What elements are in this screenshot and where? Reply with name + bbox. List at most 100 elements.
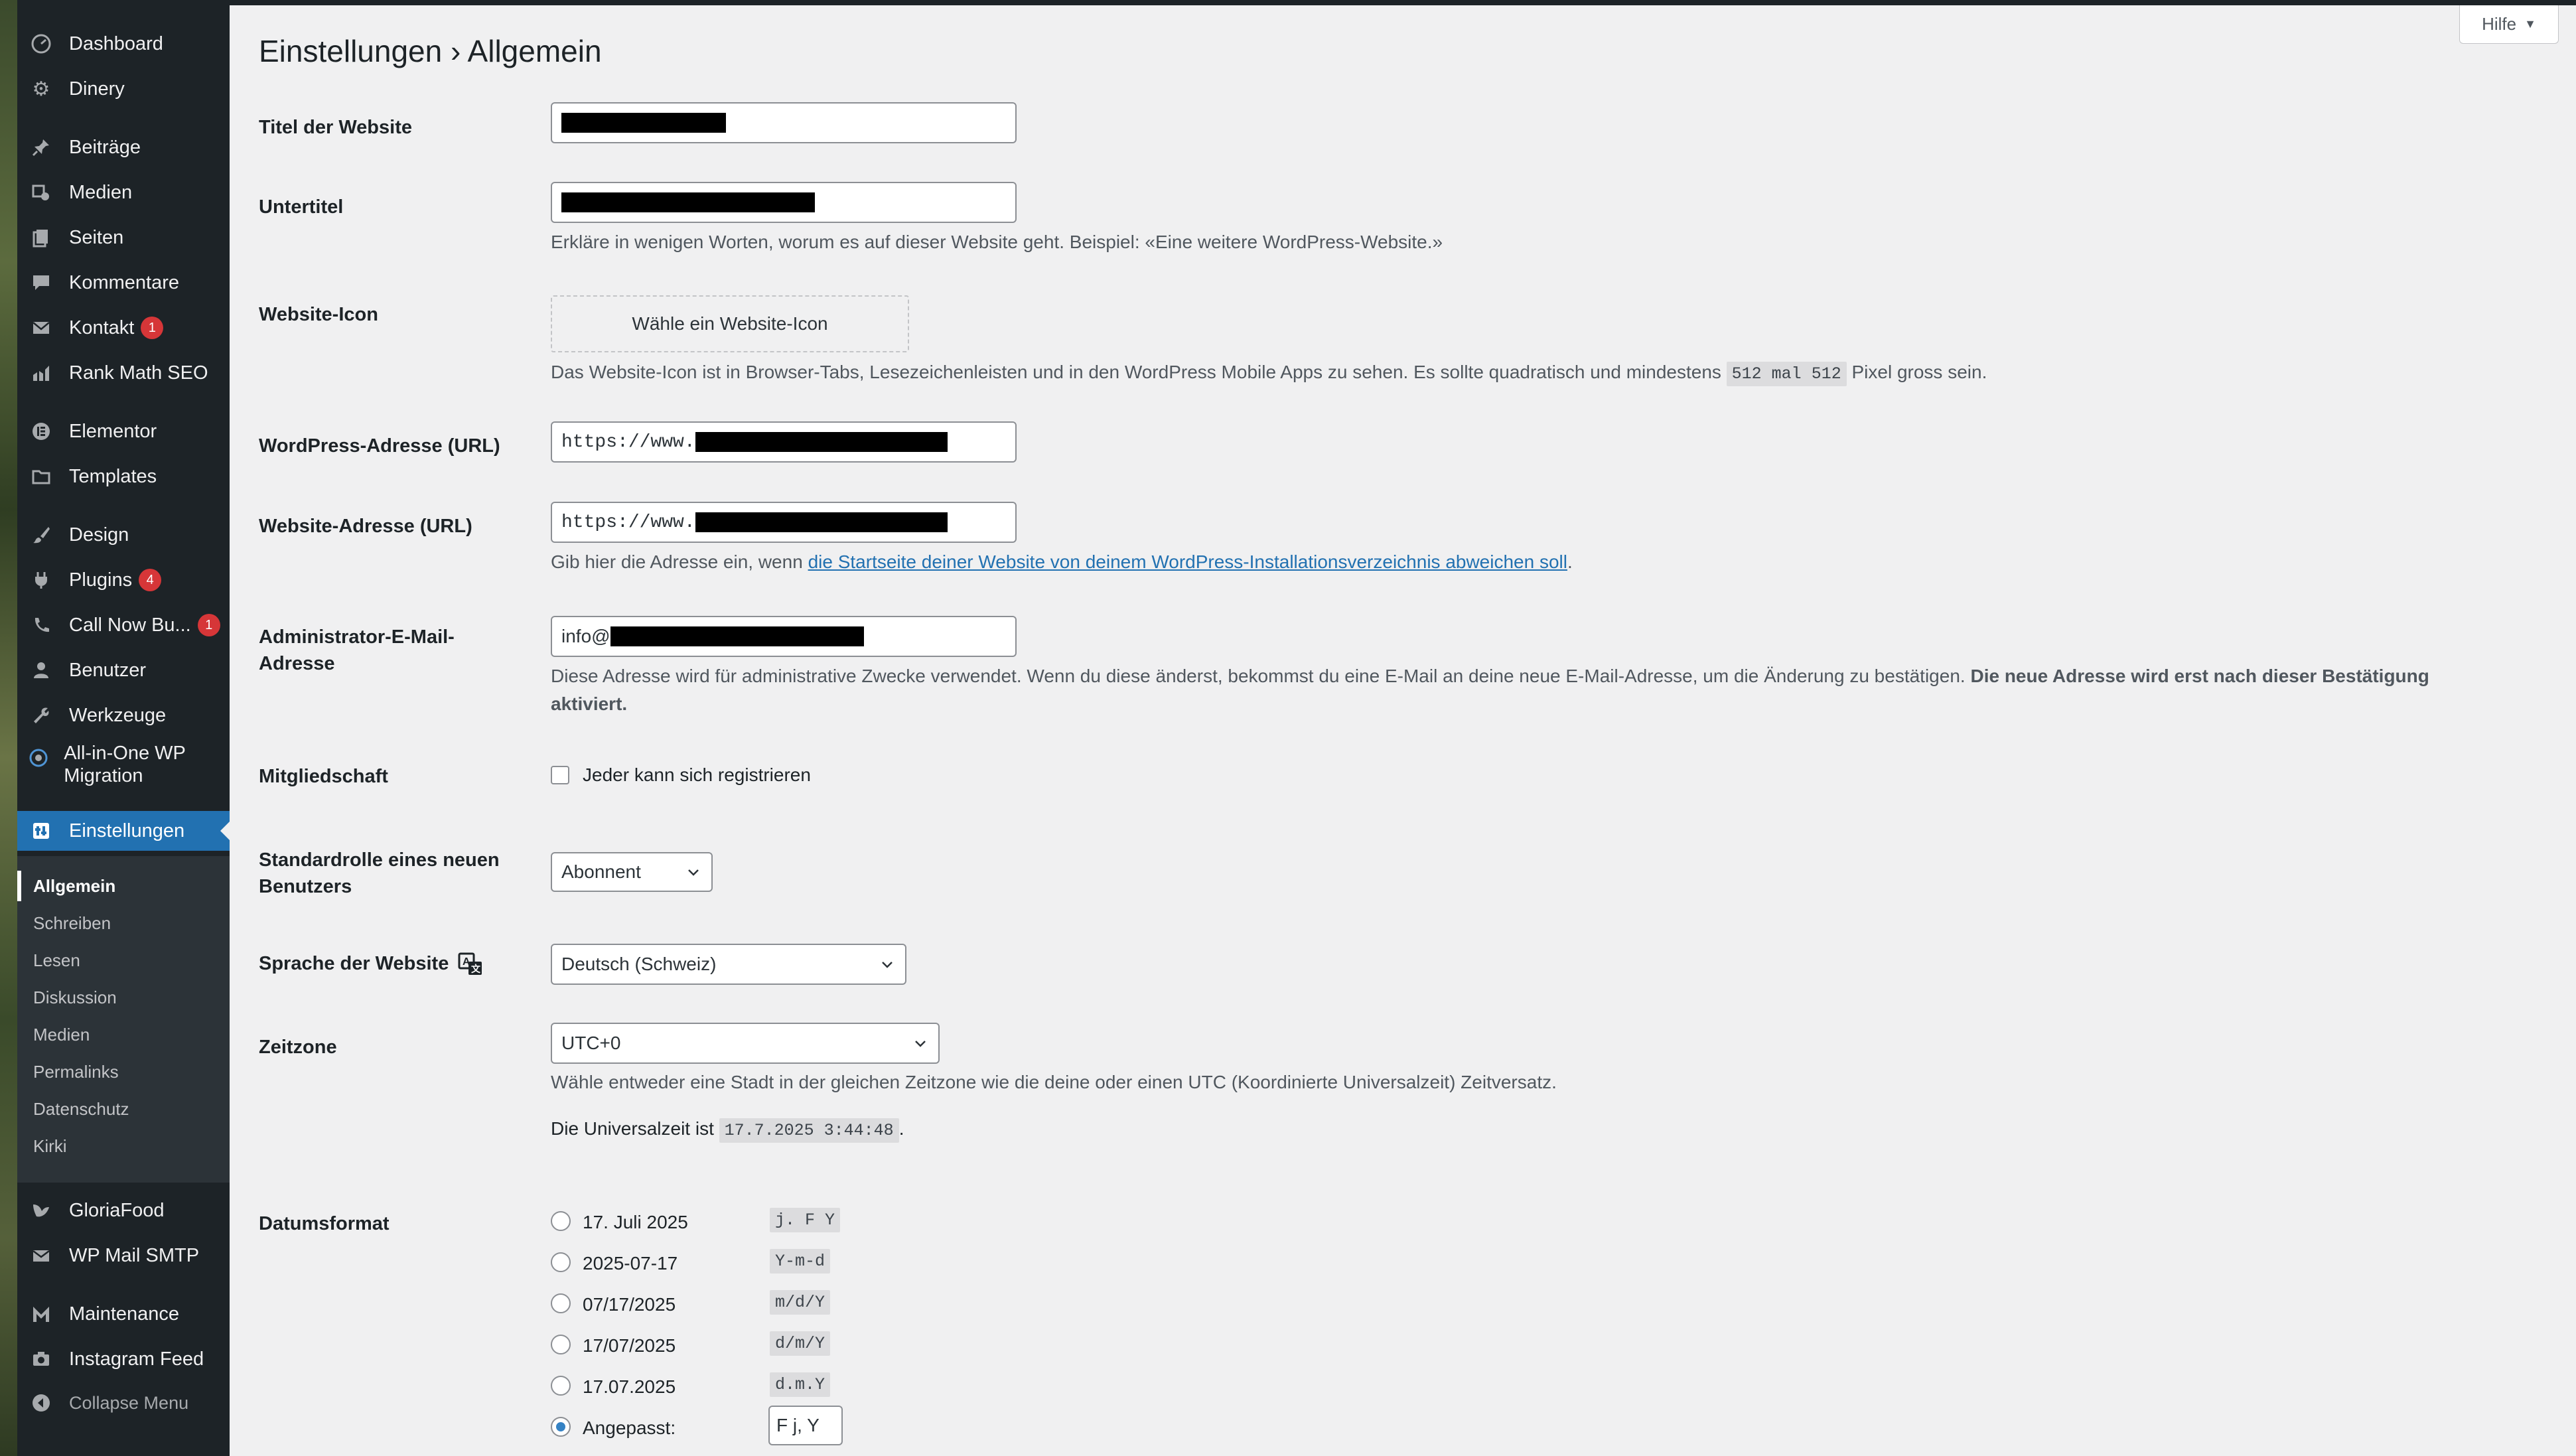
sidebar-item-label: Templates (69, 465, 157, 487)
date-format-custom-label: Angepasst: (583, 1418, 676, 1438)
sidebar-item-label: Call Now Bu... (69, 614, 191, 636)
membership-label: Mitgliedschaft (259, 766, 388, 787)
utc-time-value: 17.7.2025 3:44:48 (719, 1118, 899, 1143)
site-icon-label: Website-Icon (259, 304, 378, 325)
url-prefix: https://www. (561, 512, 695, 533)
admin-email-description: Diese Adresse wird für administrative Zw… (551, 662, 2429, 690)
submenu-item-diskussion[interactable]: Diskussion (33, 987, 117, 1008)
sidebar-item-instagram-feed[interactable]: Instagram Feed (17, 1339, 230, 1379)
sidebar-item-medien[interactable]: Medien (17, 173, 230, 212)
date-format-radio[interactable] (551, 1335, 571, 1354)
submenu-item-schreiben[interactable]: Schreiben (33, 913, 111, 934)
admin-sidebar: Dashboard ⚙ Dinery Beiträge Medien Seite… (17, 5, 230, 1456)
migration-icon (28, 745, 49, 771)
sidebar-item-elementor[interactable]: Elementor (17, 411, 230, 451)
notification-badge: 1 (141, 317, 164, 339)
date-format-radio[interactable] (551, 1293, 571, 1313)
sidebar-item-maintenance[interactable]: Maintenance (17, 1294, 230, 1334)
timezone-select[interactable]: UTC+0 (551, 1023, 940, 1064)
sidebar-item-all-in-one-wp-migration[interactable]: All-in-One WP Migration (17, 739, 230, 795)
sidebar-item-call-now-button[interactable]: Call Now Bu... 1 (17, 605, 230, 645)
sidebar-item-seiten[interactable]: Seiten (17, 218, 230, 257)
active-submenu-indicator (17, 871, 21, 901)
language-label: Sprache der Website A文 (259, 950, 504, 977)
membership-checkbox[interactable] (551, 766, 569, 784)
current-menu-arrow (220, 822, 230, 840)
select-value: Deutsch (Schweiz) (561, 954, 717, 974)
date-format-code: d/m/Y (770, 1331, 831, 1356)
choose-site-icon-button[interactable]: Wähle ein Website-Icon (551, 295, 909, 352)
sidebar-item-kontakt[interactable]: Kontakt 1 (17, 308, 230, 348)
sidebar-item-label: Medien (69, 181, 133, 203)
date-format-radio[interactable] (551, 1376, 571, 1396)
pages-icon (28, 224, 54, 251)
date-format-radio[interactable] (551, 1211, 571, 1231)
date-format-label: Datumsformat (259, 1213, 390, 1234)
sidebar-item-rank-math-seo[interactable]: Rank Math SEO (17, 353, 230, 393)
site-title-input[interactable] (551, 102, 1017, 143)
language-select[interactable]: Deutsch (Schweiz) (551, 944, 906, 985)
timezone-description: Wähle entweder eine Stadt in der gleiche… (551, 1072, 1557, 1092)
sidebar-item-werkzeuge[interactable]: Werkzeuge (17, 695, 230, 735)
date-format-radio[interactable] (551, 1252, 571, 1272)
format-code: m/d/Y (770, 1290, 831, 1315)
admin-email-desc-bold-continued: aktiviert. (551, 693, 628, 714)
sidebar-item-benutzer[interactable]: Benutzer (17, 650, 230, 690)
sidebar-item-label: Rank Math SEO (69, 362, 208, 384)
tagline-description: Erkläre in wenigen Worten, worum es auf … (551, 232, 1443, 252)
date-format-code: j. F Y (770, 1208, 841, 1232)
default-role-label: Standardrolle eines neuen Benutzers (259, 849, 500, 897)
page-title: Einstellungen › Allgemein (259, 34, 602, 68)
submenu-item-allgemein[interactable]: Allgemein (33, 876, 115, 897)
admin-email-label: Administrator-E-Mail-Adresse (259, 626, 455, 674)
wordpress-url-input[interactable]: https://www. (551, 421, 1017, 463)
sidebar-item-label: Dashboard (69, 33, 163, 54)
chevron-down-icon (882, 962, 893, 968)
date-format-code: Y-m-d (770, 1249, 831, 1274)
submenu-item-medien[interactable]: Medien (33, 1025, 90, 1045)
site-url-input[interactable]: https://www. (551, 502, 1017, 543)
site-url-desc-suffix: . (1567, 551, 1573, 572)
collapse-menu-button[interactable]: Collapse Menu (17, 1383, 230, 1423)
sidebar-item-einstellungen[interactable]: Einstellungen (17, 811, 230, 851)
date-format-option-label: 17. Juli 2025 (583, 1212, 688, 1232)
redacted-value (695, 432, 948, 452)
site-url-description: Gib hier die Adresse ein, wenn die Start… (551, 548, 1573, 576)
sidebar-item-label: Instagram Feed (69, 1348, 204, 1370)
sidebar-item-dashboard[interactable]: Dashboard (17, 24, 230, 64)
sidebar-item-dinery[interactable]: ⚙ Dinery (17, 69, 230, 109)
sidebar-item-label: Kontakt (69, 317, 135, 338)
sidebar-item-wp-mail-smtp[interactable]: WP Mail SMTP (17, 1236, 230, 1275)
sidebar-item-beitraege[interactable]: Beiträge (17, 127, 230, 167)
site-url-label: Website-Adresse (URL) (259, 516, 472, 537)
admin-email-desc-bold: Die neue Adresse wird erst nach dieser B… (1970, 666, 2429, 686)
smtp-icon (28, 1242, 54, 1269)
sidebar-item-kommentare[interactable]: Kommentare (17, 263, 230, 303)
date-format-option-label: 2025-07-17 (583, 1253, 678, 1274)
site-url-help-link[interactable]: die Startseite deiner Website von deinem… (808, 551, 1567, 572)
email-prefix: info@ (561, 626, 610, 646)
wordpress-url-label: WordPress-Adresse (URL) (259, 435, 500, 457)
submenu-item-lesen[interactable]: Lesen (33, 950, 80, 971)
sidebar-item-design[interactable]: Design (17, 515, 230, 555)
date-format-custom-radio[interactable] (551, 1417, 571, 1437)
sidebar-item-gloriafood[interactable]: GloriaFood (17, 1191, 230, 1230)
tagline-input[interactable] (551, 182, 1017, 223)
timezone-label: Zeitzone (259, 1037, 337, 1058)
site-url-desc-text: Gib hier die Adresse ein, wenn (551, 551, 803, 572)
dashboard-icon (28, 31, 54, 57)
phone-icon (28, 612, 54, 638)
submenu-item-kirki[interactable]: Kirki (33, 1136, 67, 1157)
main-content: Einstellungen › Allgemein Titel der Webs… (230, 5, 2576, 1456)
settings-icon (28, 818, 54, 844)
date-format-custom-input[interactable]: F j, Y (768, 1406, 843, 1445)
submenu-item-permalinks[interactable]: Permalinks (33, 1062, 119, 1082)
sidebar-item-templates[interactable]: Templates (17, 457, 230, 496)
sidebar-item-plugins[interactable]: Plugins 4 (17, 560, 230, 600)
mail-icon (28, 315, 54, 341)
submenu-item-datenschutz[interactable]: Datenschutz (33, 1099, 129, 1120)
admin-email-input[interactable]: info@ (551, 616, 1017, 657)
default-role-select[interactable]: Abonnent (551, 852, 713, 892)
site-icon-description: Das Website-Icon ist in Browser-Tabs, Le… (551, 358, 1987, 388)
sidebar-item-label: Maintenance (69, 1303, 180, 1325)
